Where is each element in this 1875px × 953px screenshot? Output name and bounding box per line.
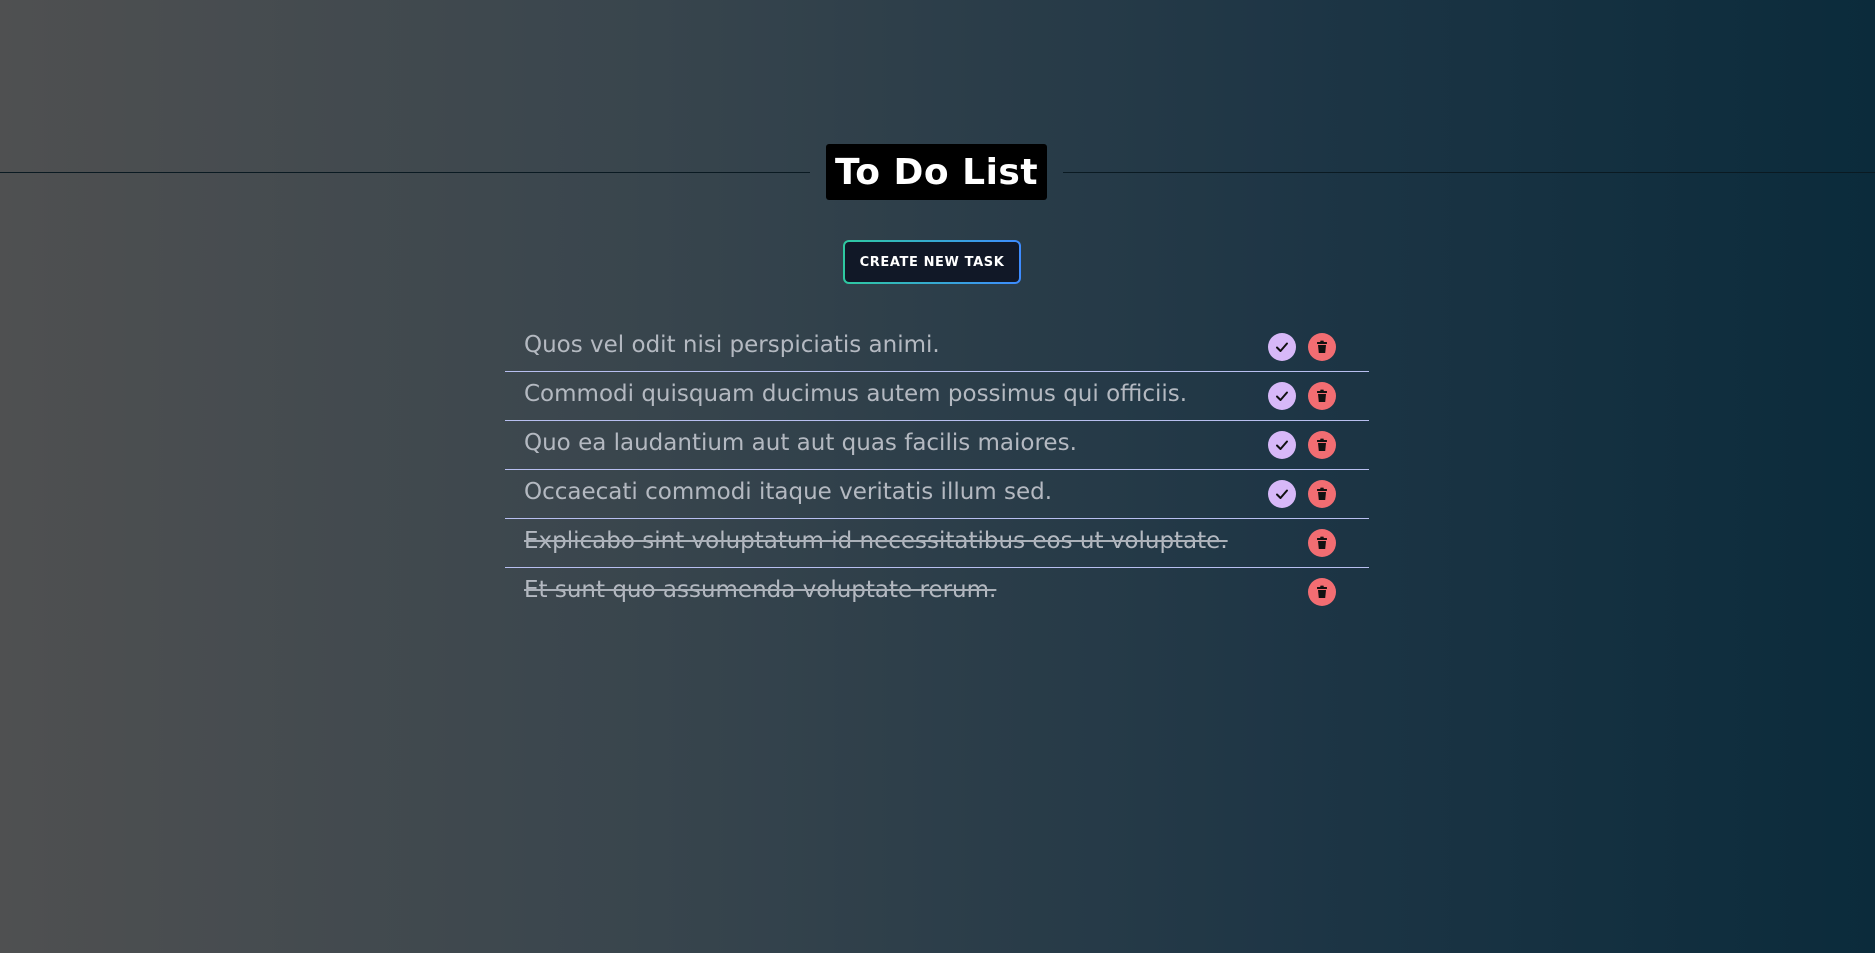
trash-icon — [1317, 438, 1327, 451]
check-icon — [1276, 391, 1288, 401]
trash-icon — [1317, 487, 1327, 500]
delete-task-button[interactable] — [1308, 529, 1336, 557]
delete-task-button[interactable] — [1308, 431, 1336, 459]
task-text: Commodi quisquam ducimus autem possimus … — [524, 381, 1188, 407]
trash-icon — [1317, 389, 1327, 402]
delete-task-button[interactable] — [1308, 333, 1336, 361]
trash-icon — [1317, 536, 1327, 549]
title-row: To Do List — [0, 144, 1875, 200]
complete-task-button[interactable] — [1268, 333, 1296, 361]
complete-task-button[interactable] — [1268, 431, 1296, 459]
check-icon — [1276, 342, 1288, 352]
task-item: Commodi quisquam ducimus autem possimus … — [505, 372, 1369, 421]
complete-task-button[interactable] — [1268, 480, 1296, 508]
delete-task-button[interactable] — [1308, 578, 1336, 606]
page-title: To Do List — [826, 144, 1047, 200]
task-item: Et sunt quo assumenda voluptate rerum. — [505, 568, 1369, 616]
check-icon — [1276, 489, 1288, 499]
task-list: Quos vel odit nisi perspiciatis animi. C… — [505, 323, 1369, 616]
trash-icon — [1317, 340, 1327, 353]
title-divider-right — [1063, 172, 1875, 173]
check-icon — [1276, 440, 1288, 450]
trash-icon — [1317, 585, 1327, 598]
complete-task-button[interactable] — [1268, 382, 1296, 410]
task-item: Quos vel odit nisi perspiciatis animi. — [505, 323, 1369, 372]
task-text: Explicabo sint voluptatum id necessitati… — [524, 528, 1228, 554]
delete-task-button[interactable] — [1308, 480, 1336, 508]
task-item: Explicabo sint voluptatum id necessitati… — [505, 519, 1369, 568]
task-text: Quos vel odit nisi perspiciatis animi. — [524, 332, 940, 358]
task-item: Occaecati commodi itaque veritatis illum… — [505, 470, 1369, 519]
task-text: Occaecati commodi itaque veritatis illum… — [524, 479, 1053, 505]
delete-task-button[interactable] — [1308, 382, 1336, 410]
task-text: Quo ea laudantium aut aut quas facilis m… — [524, 430, 1077, 456]
create-new-task-button[interactable]: CREATE NEW TASK — [843, 240, 1021, 284]
task-text: Et sunt quo assumenda voluptate rerum. — [524, 577, 997, 603]
task-item: Quo ea laudantium aut aut quas facilis m… — [505, 421, 1369, 470]
title-divider-left — [0, 172, 810, 173]
